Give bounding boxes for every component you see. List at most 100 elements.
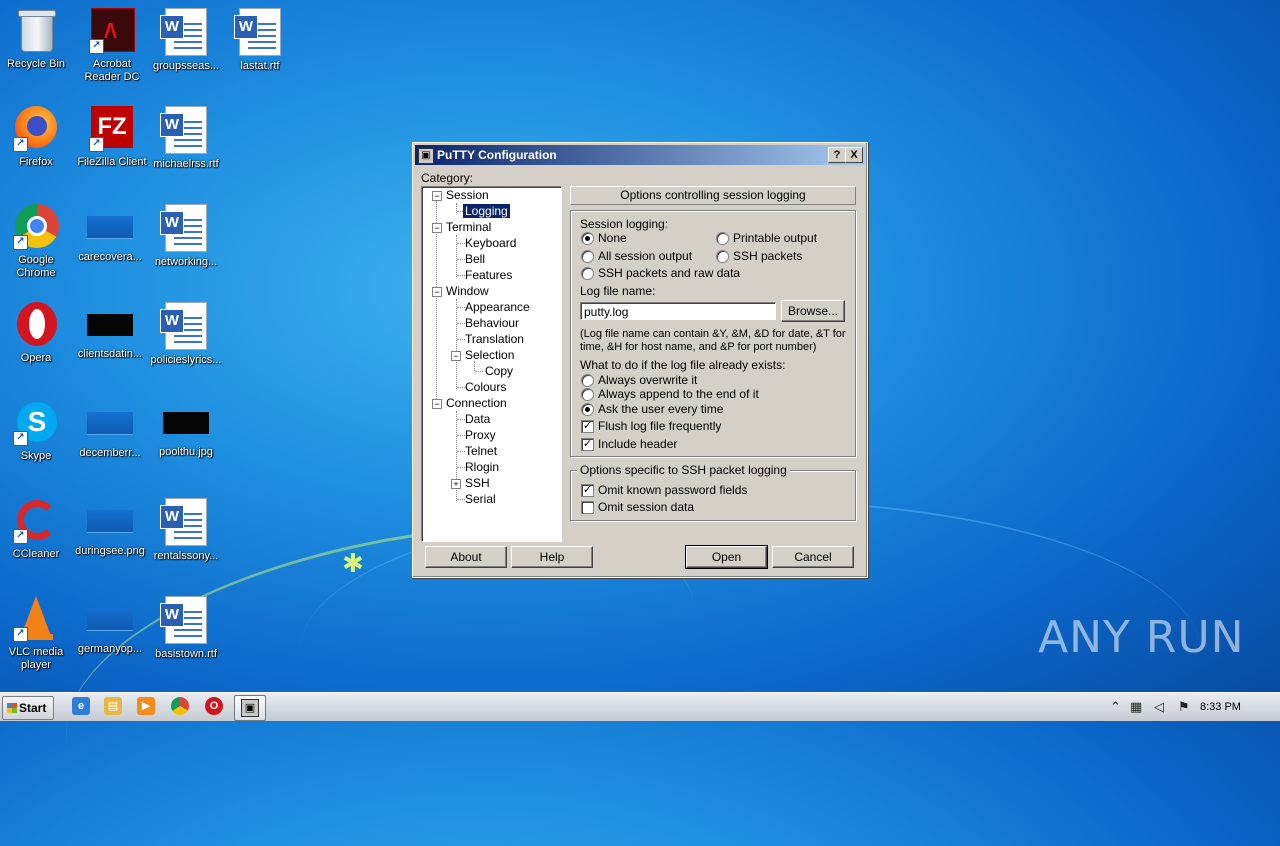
hint-text-line1: (Log file name can contain &Y, &M, &D fo… — [580, 328, 846, 340]
radio-ssh-raw-label: SSH packets and raw data — [598, 266, 741, 280]
tree-item-selection[interactable]: Selection — [463, 347, 516, 363]
log-file-input[interactable]: putty.log — [580, 302, 776, 320]
tree-item-ssh[interactable]: SSH — [463, 475, 492, 491]
desktop-icon-vlc[interactable]: ↗ VLC media player — [0, 596, 72, 672]
omit-session-label: Omit session data — [598, 500, 695, 514]
desktop-icon-chrome[interactable]: ↗ Google Chrome — [0, 204, 72, 280]
help-button[interactable]: Help — [511, 546, 593, 568]
tree-item-features[interactable]: Features — [463, 267, 514, 283]
category-label: Category: — [421, 171, 474, 185]
desktop-icon-word-doc[interactable]: W policieslyrics... — [150, 302, 222, 367]
radio-append[interactable] — [581, 388, 594, 401]
tree-item-keyboard[interactable]: Keyboard — [463, 235, 518, 251]
collapse-icon[interactable]: − — [451, 351, 461, 361]
cancel-button[interactable]: Cancel — [772, 546, 854, 568]
word-doc-icon: W — [160, 204, 207, 252]
title-bar[interactable]: ▣ PuTTY Configuration ? X — [415, 145, 865, 165]
desktop-icon-image-file[interactable]: carecovera... — [74, 204, 146, 264]
desktop-icon-word-doc[interactable]: W rentalssony... — [150, 498, 222, 563]
start-button[interactable]: Start — [2, 696, 54, 720]
image-file-icon — [87, 314, 133, 336]
radio-printable[interactable] — [716, 232, 729, 245]
tree-item-appearance[interactable]: Appearance — [463, 299, 532, 315]
volume-icon[interactable]: ◁ — [1154, 693, 1164, 721]
desktop-icon-recycle-bin[interactable]: Recycle Bin — [0, 8, 72, 71]
close-button[interactable]: X — [845, 147, 863, 163]
network-icon[interactable]: ▦ — [1130, 693, 1142, 721]
desktop-icon-image-file[interactable]: poolthu.jpg — [150, 400, 222, 459]
omit-session-checkbox[interactable] — [581, 501, 594, 514]
omit-password-checkbox[interactable]: ✓ — [581, 484, 594, 497]
expand-icon[interactable]: + — [451, 479, 461, 489]
vlc-icon: ↗ — [13, 596, 59, 642]
desktop-icon-opera[interactable]: Opera — [0, 302, 72, 365]
collapse-icon[interactable]: − — [432, 223, 442, 233]
putty-config-window: ▣ PuTTY Configuration ? X Category: − Ses… — [412, 142, 868, 578]
tree-item-window[interactable]: Window — [444, 283, 491, 299]
tree-item-terminal[interactable]: Terminal — [444, 219, 493, 235]
tree-item-connection[interactable]: Connection — [444, 395, 509, 411]
tree-item-bell[interactable]: Bell — [463, 251, 487, 267]
desktop-icon-firefox[interactable]: ↗ Firefox — [0, 106, 72, 169]
radio-ask[interactable] — [581, 403, 594, 416]
tree-item-translation[interactable]: Translation — [463, 331, 526, 347]
word-doc-icon: W — [160, 302, 207, 350]
system-clock[interactable]: 8:33 PM — [1200, 693, 1241, 721]
media-player-icon[interactable]: ▶ — [137, 697, 155, 715]
radio-all-output[interactable] — [581, 250, 594, 263]
desktop-icon-image-file[interactable]: germanyop... — [74, 596, 146, 656]
desktop-icon-word-doc[interactable]: W basistown.rtf — [150, 596, 222, 661]
image-file-icon — [163, 412, 209, 434]
tree-item-logging[interactable]: Logging — [462, 203, 511, 219]
file-explorer-icon[interactable]: ▤ — [104, 697, 122, 715]
action-center-flag-icon[interactable]: ⚑ — [1178, 693, 1190, 721]
radio-ssh-raw[interactable] — [581, 267, 594, 280]
desktop-icon-filezilla[interactable]: FZ ↗ FileZilla Client — [76, 106, 148, 169]
exists-label: What to do if the log file already exist… — [580, 358, 786, 372]
category-tree[interactable]: − Session Logging − Terminal Keyboard Be… — [421, 186, 562, 542]
collapse-icon[interactable]: − — [432, 287, 442, 297]
tree-item-colours[interactable]: Colours — [463, 379, 508, 395]
desktop-icon-ccleaner[interactable]: ↗ CCleaner — [0, 498, 72, 561]
desktop-icon-image-file[interactable]: duringsee.png — [74, 498, 146, 558]
chrome-taskbar-icon[interactable] — [171, 697, 189, 715]
tree-item-telnet[interactable]: Telnet — [463, 443, 499, 459]
flush-checkbox[interactable]: ✓ — [581, 420, 594, 433]
watermark: ANY RUN — [1038, 612, 1245, 663]
show-hidden-icons[interactable]: ⌃ — [1110, 693, 1121, 721]
tree-item-session[interactable]: Session — [444, 187, 491, 203]
include-header-checkbox[interactable]: ✓ — [581, 438, 594, 451]
desktop-icon-word-doc[interactable]: W michaelrss.rtf — [150, 106, 222, 171]
internet-explorer-icon[interactable]: e — [72, 697, 90, 715]
tree-item-serial[interactable]: Serial — [463, 491, 498, 507]
radio-overwrite[interactable] — [581, 374, 594, 387]
radio-all-output-label: All session output — [598, 249, 693, 263]
desktop-icon-word-doc[interactable]: W groupsseas... — [150, 8, 222, 73]
tree-item-behaviour[interactable]: Behaviour — [463, 315, 521, 331]
tree-item-rlogin[interactable]: Rlogin — [463, 459, 501, 475]
desktop-icon-image-file[interactable]: clientsdatin... — [74, 302, 146, 361]
about-button[interactable]: About — [425, 546, 507, 568]
tree-item-copy[interactable]: Copy — [483, 363, 515, 379]
tree-item-proxy[interactable]: Proxy — [463, 427, 498, 443]
collapse-icon[interactable]: − — [432, 399, 442, 409]
open-button[interactable]: Open — [685, 545, 768, 569]
collapse-icon[interactable]: − — [432, 191, 442, 201]
radio-ssh-packets[interactable] — [716, 250, 729, 263]
desktop-icon-acrobat[interactable]: ∧ ↗ Acrobat Reader DC — [76, 8, 148, 84]
radio-ask-label: Ask the user every time — [598, 402, 724, 416]
window-title: PuTTY Configuration — [437, 148, 557, 162]
radio-none-label: None — [598, 231, 627, 245]
opera-taskbar-icon[interactable]: O — [205, 697, 223, 715]
tree-item-data[interactable]: Data — [463, 411, 492, 427]
help-title-button[interactable]: ? — [828, 147, 846, 163]
desktop-icon-image-file[interactable]: decemberr... — [74, 400, 146, 460]
desktop-icon-word-doc[interactable]: W networking... — [150, 204, 222, 269]
desktop-icon-skype[interactable]: S ↗ Skype — [0, 400, 72, 463]
radio-none[interactable] — [581, 232, 594, 245]
putty-taskbar-button[interactable]: ▣ — [234, 695, 266, 721]
radio-append-label: Always append to the end of it — [598, 387, 759, 401]
word-doc-icon: W — [160, 8, 207, 56]
browse-button[interactable]: Browse... — [781, 300, 845, 322]
desktop-icon-word-doc[interactable]: W lastat.rtf — [224, 8, 296, 73]
